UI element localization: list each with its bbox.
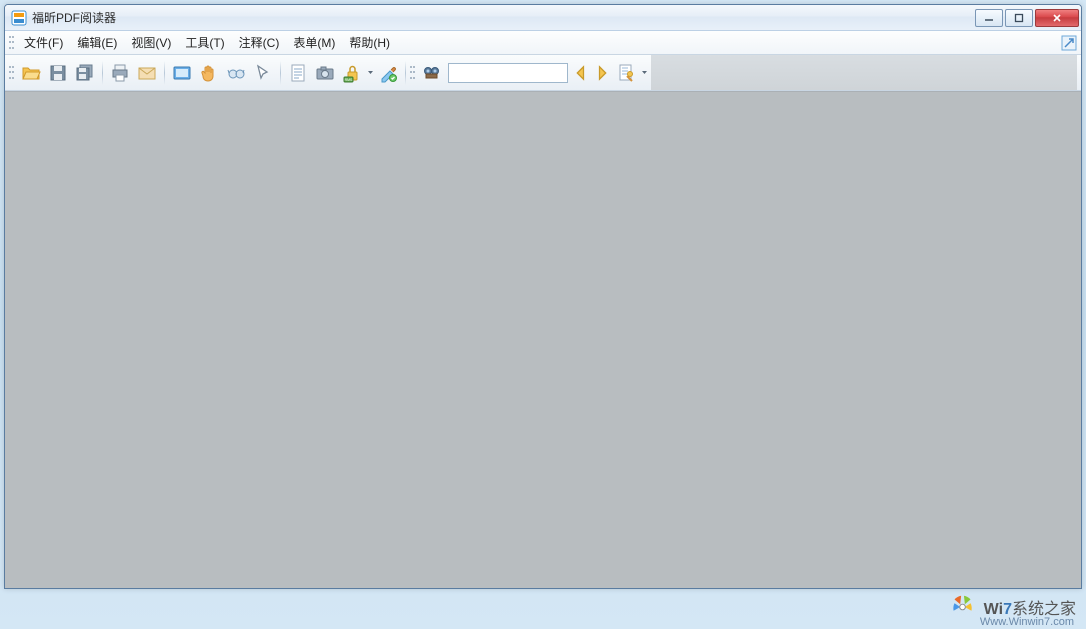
svg-text:RMS: RMS [345,78,353,82]
menu-tools[interactable]: 工具(T) [178,32,231,53]
menu-file[interactable]: 文件(F) [17,32,70,53]
search-input[interactable] [448,63,568,83]
read-mode-button[interactable] [223,60,249,86]
toolbar-grip[interactable] [9,65,15,81]
menu-view[interactable]: 视图(V) [124,32,178,53]
toolbar-separator [280,61,281,85]
rms-dropdown[interactable] [366,69,374,76]
window-controls [973,9,1079,27]
window-title: 福昕PDF阅读器 [32,9,973,26]
search-dropdown[interactable] [640,69,648,76]
toolbar-empty-area [651,55,1077,90]
open-button[interactable] [18,60,44,86]
watermark-logo-icon [948,592,978,627]
save-button[interactable] [45,60,71,86]
toolbar-separator [405,61,406,85]
fullscreen-button[interactable] [169,60,195,86]
print-button[interactable] [107,60,133,86]
titlebar[interactable]: 福昕PDF阅读器 [5,5,1081,31]
save-all-button[interactable] [72,60,98,86]
maximize-button[interactable] [1005,9,1033,27]
toolbar-separator [164,61,165,85]
find-next-button[interactable] [592,60,612,86]
watermark-text: Wi7系统之家 Www.Winwin7.com [984,601,1076,619]
menu-edit[interactable]: 编辑(E) [70,32,124,53]
document-area [5,91,1081,588]
find-button[interactable] [419,60,445,86]
toolbar-separator [102,61,103,85]
watermark: Wi7系统之家 Www.Winwin7.com [948,592,1076,627]
menu-help[interactable]: 帮助(H) [342,32,397,53]
toolbar-grip-2[interactable] [410,65,416,81]
menubar: 文件(F) 编辑(E) 视图(V) 工具(T) 注释(C) 表单(M) 帮助(H… [5,31,1081,55]
snapshot-button[interactable] [312,60,338,86]
sign-button[interactable] [375,60,401,86]
select-tool-button[interactable] [250,60,276,86]
toolbar: RMS [5,55,1081,91]
menu-comment[interactable]: 注释(C) [232,32,287,53]
menubar-grip[interactable] [9,35,15,51]
find-prev-button[interactable] [571,60,591,86]
expand-icon[interactable] [1061,35,1077,51]
text-viewer-button[interactable] [285,60,311,86]
advanced-search-button[interactable] [613,60,639,86]
watermark-url: Www.Winwin7.com [980,616,1074,628]
app-window: 福昕PDF阅读器 文件(F) 编辑(E) 视图(V) 工具(T) 注释(C) 表… [4,4,1082,589]
hand-tool-button[interactable] [196,60,222,86]
minimize-button[interactable] [975,9,1003,27]
menu-form[interactable]: 表单(M) [286,32,342,53]
app-icon [11,10,27,26]
close-button[interactable] [1035,9,1079,27]
rms-protect-button[interactable]: RMS [339,60,365,86]
email-button[interactable] [134,60,160,86]
